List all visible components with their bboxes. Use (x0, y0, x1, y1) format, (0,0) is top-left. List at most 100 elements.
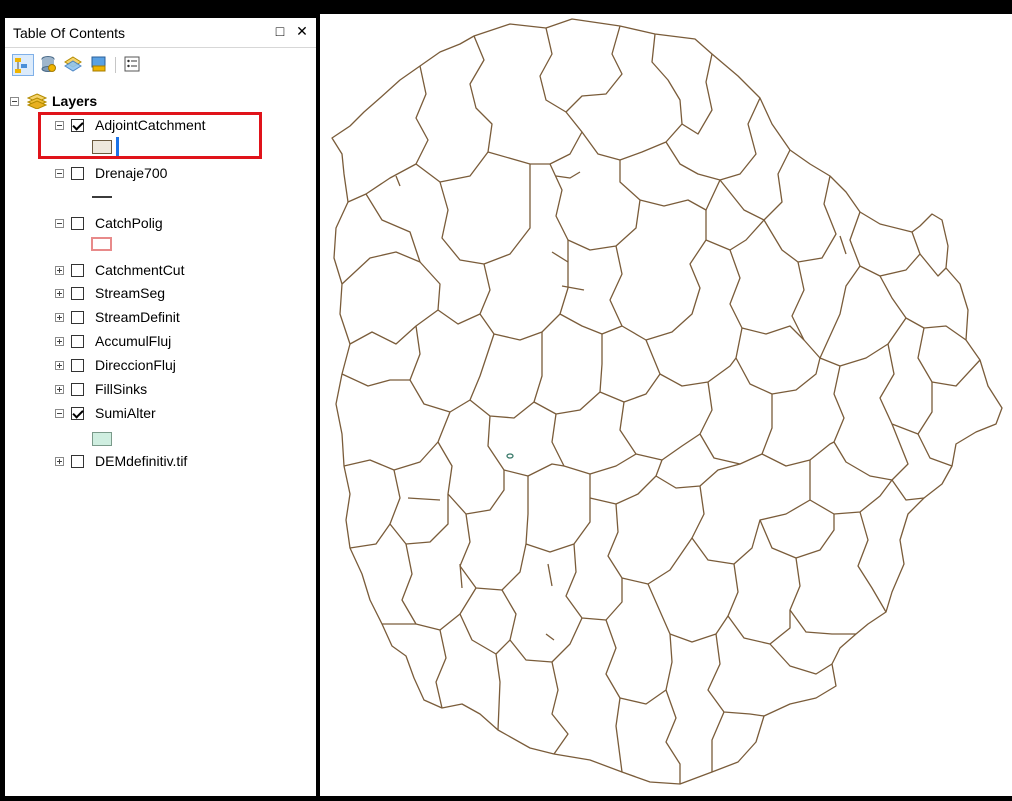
expand-icon[interactable] (55, 266, 64, 275)
catchment-boundary (699, 381, 773, 465)
catchment-boundary (735, 327, 821, 395)
collapse-icon[interactable] (10, 97, 19, 106)
layer-visibility-checkbox[interactable] (71, 287, 84, 300)
catchment-boundary (549, 160, 641, 251)
list-by-selection-icon[interactable] (89, 54, 111, 76)
layers-root-label: Layers (52, 93, 98, 109)
layer-fillsinks[interactable]: FillSinks (55, 379, 255, 401)
layers-icon (26, 93, 48, 114)
catchment-boundary (435, 629, 447, 709)
layer-streamseg[interactable]: StreamSeg (55, 283, 255, 305)
expand-icon[interactable] (55, 289, 64, 298)
layer-catchpolig[interactable]: CatchPolig (55, 213, 255, 235)
layer-visibility-checkbox[interactable] (71, 217, 84, 230)
layer-label: FillSinks (95, 381, 148, 397)
catchment-boundary (565, 543, 623, 621)
layer-label: DireccionFluj (95, 357, 176, 373)
collapse-icon[interactable] (55, 409, 64, 418)
catchment-boundary (605, 583, 673, 705)
catchment-boundary (525, 474, 591, 553)
catchment-boundary (833, 365, 909, 481)
layer-label: StreamSeg (95, 285, 166, 301)
stream-segment (551, 251, 569, 263)
collapse-icon[interactable] (55, 169, 64, 178)
expand-icon[interactable] (55, 313, 64, 322)
layer-visibility-checkbox[interactable] (71, 311, 84, 324)
layer-visibility-checkbox[interactable] (71, 455, 84, 468)
catchment-boundary (347, 65, 429, 203)
toc-toolbar (5, 50, 316, 80)
expand-icon[interactable] (55, 457, 64, 466)
collapse-icon[interactable] (55, 219, 64, 228)
catchment-boundary (599, 339, 661, 403)
layer-label: DEMdefinitiv.tif (95, 453, 188, 469)
layer-visibility-checkbox[interactable] (71, 335, 84, 348)
layer-drenaje700[interactable]: Drenaje700 (55, 163, 255, 185)
stream-segment (555, 171, 581, 179)
polygon-symbol[interactable] (91, 237, 112, 251)
expand-icon[interactable] (55, 361, 64, 370)
catchment-boundary (365, 193, 421, 263)
catchment-boundary (659, 357, 737, 387)
layer-visibility-checkbox[interactable] (71, 359, 84, 372)
catchment-boundary (459, 476, 529, 591)
catchment-boundary (917, 433, 953, 467)
catchment-boundary (619, 401, 701, 461)
layer-label: Drenaje700 (95, 165, 168, 181)
layer-visibility-checkbox[interactable] (71, 167, 84, 180)
catchment-boundary (665, 689, 681, 784)
layers-root[interactable]: Layers (10, 91, 210, 113)
stream-segment (395, 175, 401, 187)
restore-icon[interactable]: □ (272, 23, 288, 39)
layer-visibility-checkbox[interactable] (71, 407, 84, 420)
catchment-boundary (609, 210, 707, 341)
catchment-boundary (711, 711, 725, 772)
layer-direccionfluj[interactable]: DireccionFluj (55, 355, 255, 377)
catchment-boundary (665, 97, 761, 181)
catchment-boundary (639, 179, 721, 211)
polygon-symbol[interactable] (92, 432, 112, 446)
stream-segment (407, 497, 441, 501)
catchment-boundary (437, 309, 481, 325)
catchment-boundary (565, 25, 623, 113)
layer-label: StreamDefinit (95, 309, 180, 325)
toolbar-separator (115, 57, 116, 73)
list-by-drawing-order-icon[interactable] (12, 54, 34, 76)
list-by-source-icon[interactable] (38, 54, 60, 76)
options-icon[interactable] (122, 54, 144, 76)
catchment-boundary (761, 441, 835, 467)
catchment-boundary (487, 415, 565, 477)
stream-segment (839, 235, 847, 255)
layer-label: CatchmentCut (95, 262, 185, 278)
layer-label: CatchPolig (95, 215, 163, 231)
line-symbol[interactable] (92, 196, 112, 198)
expand-icon[interactable] (55, 337, 64, 346)
list-by-visibility-icon[interactable] (63, 54, 85, 76)
layer-visibility-checkbox[interactable] (71, 383, 84, 396)
catchment-boundary (487, 27, 583, 165)
catchment-boundary (681, 53, 713, 135)
map-view[interactable] (320, 14, 1012, 796)
catchment-boundary (691, 460, 811, 565)
catchment-boundary (401, 543, 477, 631)
layer-sumialter[interactable]: SumiAlter (55, 403, 255, 425)
layer-catchmentcut[interactable]: CatchmentCut (55, 260, 255, 282)
catchment-boundary (459, 613, 511, 655)
layer-visibility-checkbox[interactable] (71, 264, 84, 277)
catchment-boundary (917, 327, 981, 387)
highlight-box (38, 112, 262, 159)
catchment-boundary (607, 503, 693, 585)
layer-streamdefinit[interactable]: StreamDefinit (55, 307, 255, 329)
catchment-boundary (389, 469, 449, 545)
layer-accumulfluj[interactable]: AccumulFluj (55, 331, 255, 353)
catchment-boundary (809, 479, 893, 515)
catchment-boundary (409, 325, 495, 413)
close-icon[interactable]: ✕ (294, 23, 310, 39)
stream-segment (561, 285, 585, 291)
sink-polygon (506, 453, 514, 459)
catchment-boundary (669, 615, 729, 643)
layer-demdefinitiv[interactable]: DEMdefinitiv.tif (55, 451, 255, 473)
toc-title-bar: Table Of Contents □ ✕ (5, 18, 316, 48)
catchment-boundary (819, 265, 861, 359)
expand-icon[interactable] (55, 385, 64, 394)
